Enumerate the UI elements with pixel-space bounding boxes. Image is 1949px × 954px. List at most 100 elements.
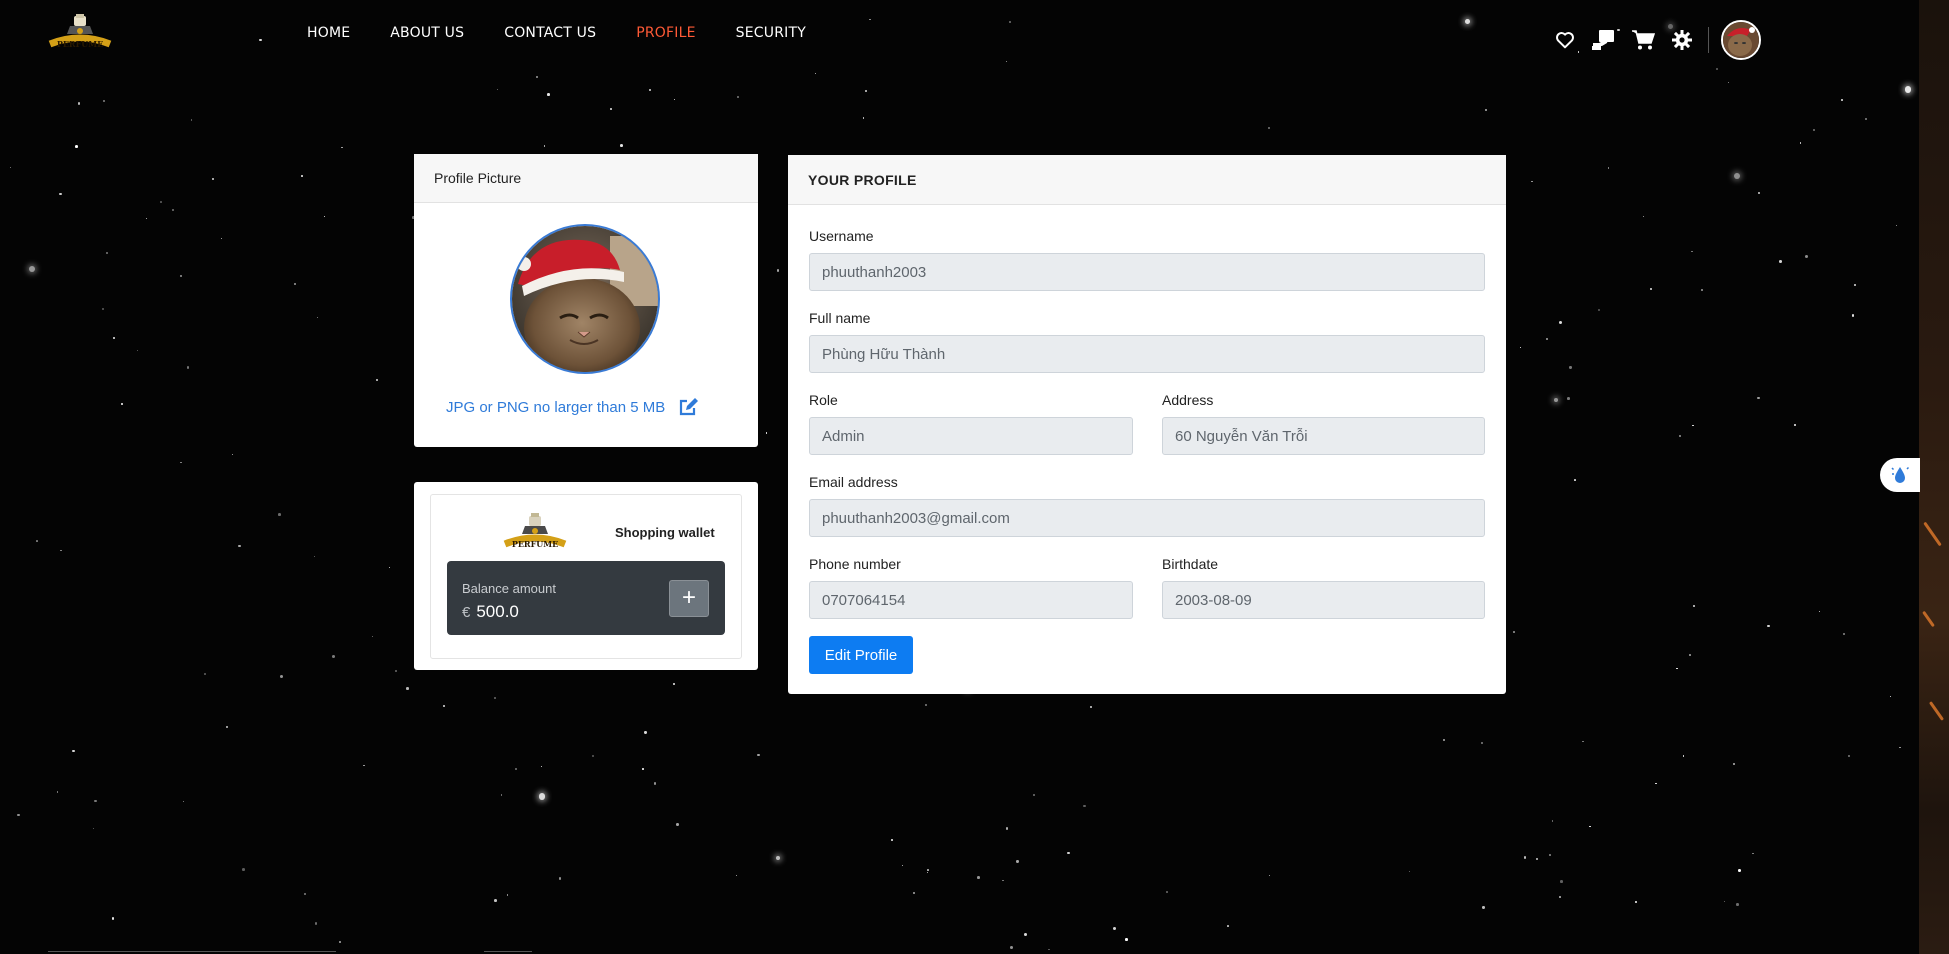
nav-contact-us[interactable]: CONTACT US: [504, 25, 596, 41]
star: [547, 93, 551, 96]
star: [101, 307, 105, 310]
cart-icon[interactable]: [1630, 27, 1656, 53]
username-field[interactable]: phuuthanh2003: [809, 253, 1485, 291]
nav-home[interactable]: HOME: [307, 25, 350, 41]
star: [756, 753, 760, 757]
main-nav: HOME ABOUT US CONTACT US PROFILE SECURIT…: [307, 25, 846, 41]
star: [1227, 925, 1229, 927]
star: [500, 794, 503, 796]
star: [1519, 346, 1522, 349]
star: [1819, 610, 1821, 613]
star: [1569, 366, 1572, 369]
star: [35, 540, 38, 542]
star: [1067, 851, 1070, 855]
svg-text:PERFUME: PERFUME: [512, 539, 558, 549]
star: [171, 209, 174, 211]
profile-avatar-image[interactable]: [510, 224, 660, 374]
star: [775, 855, 780, 861]
star: [1727, 82, 1729, 84]
nav-profile[interactable]: PROFILE: [636, 25, 695, 41]
star: [278, 513, 282, 516]
star: [1016, 860, 1019, 863]
address-field[interactable]: 60 Nguyễn Văn Trỗi: [1162, 417, 1485, 455]
balance-label: Balance amount: [462, 581, 556, 596]
nav-security[interactable]: SECURITY: [736, 25, 806, 41]
star: [303, 892, 307, 895]
star: [204, 673, 207, 676]
star: [1655, 782, 1657, 784]
star: [1559, 321, 1563, 325]
star: [238, 544, 241, 547]
wallet-title: Shopping wallet: [615, 525, 715, 540]
nav-about-us[interactable]: ABOUT US: [390, 25, 464, 41]
add-funds-button[interactable]: +: [669, 580, 709, 617]
star: [864, 89, 868, 93]
order-icon[interactable]: [1591, 27, 1617, 53]
star: [314, 922, 318, 925]
star: [1898, 746, 1901, 749]
address-label: Address: [1162, 392, 1214, 408]
username-label: Username: [809, 228, 874, 244]
star: [120, 403, 123, 406]
star: [515, 768, 518, 771]
heart-icon[interactable]: [1552, 27, 1578, 53]
star: [543, 145, 546, 147]
star: [1536, 858, 1538, 860]
star: [1675, 667, 1678, 670]
role-field[interactable]: Admin: [809, 417, 1133, 455]
star: [1551, 820, 1554, 823]
balance-value: €500.0: [462, 602, 519, 622]
edit-icon[interactable]: [679, 397, 699, 417]
email-field[interactable]: phuuthanh2003@gmail.com: [809, 499, 1485, 537]
floating-widget-button[interactable]: [1880, 458, 1920, 492]
star: [1268, 126, 1271, 130]
star: [226, 726, 228, 728]
star: [111, 917, 115, 920]
star: [159, 201, 162, 203]
phone-field[interactable]: 0707064154: [809, 581, 1133, 619]
star: [103, 99, 106, 102]
profile-picture-card: Profile Picture JPG or PNG no larger tha…: [414, 154, 758, 447]
star: [609, 108, 612, 111]
your-profile-card: YOUR PROFILE Username phuuthanh2003 Full…: [788, 155, 1506, 694]
star: [301, 175, 303, 177]
svg-text:PERFUME: PERFUME: [57, 39, 103, 49]
fullname-field[interactable]: Phùng Hữu Thành: [809, 335, 1485, 373]
gear-icon[interactable]: [1669, 27, 1695, 53]
star: [1758, 192, 1761, 195]
star: [1650, 288, 1653, 291]
star: [1560, 880, 1563, 883]
star: [72, 750, 75, 753]
star: [1024, 932, 1027, 936]
star: [901, 865, 904, 867]
star: [1002, 879, 1004, 882]
star: [1598, 308, 1601, 311]
star: [323, 215, 326, 218]
upload-hint[interactable]: JPG or PNG no larger than 5 MB: [446, 397, 699, 417]
star: [316, 317, 319, 319]
star: [535, 75, 539, 79]
star: [394, 670, 397, 673]
star: [506, 894, 508, 896]
star: [1689, 654, 1692, 656]
star: [190, 118, 193, 121]
star: [137, 349, 139, 352]
user-avatar[interactable]: [1721, 20, 1761, 60]
star: [1545, 338, 1549, 341]
star: [493, 898, 497, 902]
email-label: Email address: [809, 474, 898, 490]
star: [1549, 853, 1552, 856]
star: [1738, 869, 1742, 872]
star: [641, 768, 644, 770]
star: [1634, 900, 1638, 903]
star: [1607, 167, 1610, 169]
edit-profile-button[interactable]: Edit Profile: [809, 636, 913, 674]
star: [862, 117, 865, 119]
fullname-label: Full name: [809, 310, 871, 326]
birthdate-field[interactable]: 2003-08-09: [1162, 581, 1485, 619]
brand-logo[interactable]: PERFUME: [46, 14, 114, 54]
star: [1895, 224, 1898, 227]
star: [1513, 631, 1516, 634]
star: [1853, 283, 1856, 286]
your-profile-header: YOUR PROFILE: [788, 155, 1506, 205]
